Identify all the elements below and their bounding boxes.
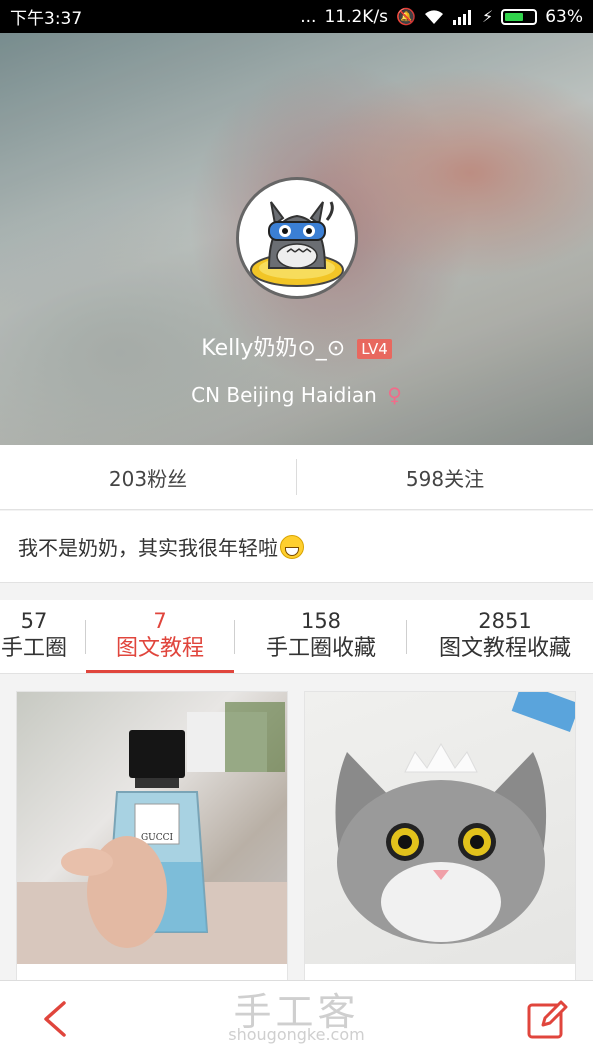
fans-count[interactable]: 203粉丝 — [0, 445, 296, 509]
totoro-avatar-icon — [250, 201, 344, 287]
profile-header: Kelly奶奶⊙_⊙ LV4 CN Beijing Haidian ♀ — [0, 33, 593, 445]
level-badge: LV4 — [357, 339, 392, 359]
tutorial-grid: GUCCI 用废旧香水瓶改造的 — [0, 674, 593, 980]
status-bar: 下午3:37 ... 11.2K/s 🔕 ⚡ 63% — [0, 0, 593, 33]
wifi-icon — [424, 9, 443, 24]
tab-handcraft-circle[interactable]: 57 手工圈 — [0, 608, 74, 664]
felt-cat-brooch-photo — [305, 692, 575, 964]
status-right: ... 11.2K/s 🔕 ⚡ 63% — [300, 7, 583, 27]
profile-name: Kelly奶奶⊙_⊙ — [201, 336, 346, 361]
gucci-label: GUCCI — [141, 833, 174, 843]
tab-count: 2851 — [478, 609, 532, 633]
battery-percent: 63% — [545, 6, 583, 27]
profile-name-row: Kelly奶奶⊙_⊙ LV4 — [0, 330, 593, 362]
net-speed: 11.2K/s — [324, 6, 389, 27]
perfume-bottle-photo: GUCCI — [17, 692, 287, 964]
grin-emoji-icon — [280, 534, 304, 559]
tab-tutorial-favorites[interactable]: 2851 图文教程收藏 — [420, 608, 590, 664]
status-time: 下午3:37 — [10, 9, 83, 29]
bio: 我不是奶奶，其实我很年轻啦 — [0, 511, 593, 583]
following-count[interactable]: 598关注 — [297, 445, 593, 509]
tab-label: 手工圈收藏 — [265, 636, 376, 661]
perfume-bottle-illustration: GUCCI — [17, 702, 287, 964]
tab-label: 手工圈 — [0, 636, 67, 661]
profile-location: CN Beijing Haidian — [191, 383, 377, 407]
bio-text: 我不是奶奶，其实我很年轻啦 — [18, 536, 278, 560]
tab-count: 158 — [300, 609, 342, 633]
tab-count: 7 — [153, 609, 167, 633]
charging-icon: ⚡ — [481, 7, 494, 26]
signal-icon — [452, 9, 471, 25]
tutorial-card[interactable]: GUCCI 用废旧香水瓶改造的 — [16, 691, 288, 980]
tab-label: 图文教程收藏 — [438, 636, 571, 661]
bottom-bar: 手工客 shougongke.com — [0, 980, 593, 1054]
tab-tutorials[interactable]: 7 图文教程 — [86, 608, 234, 664]
tab-divider — [406, 620, 407, 654]
female-icon: ♀ — [387, 383, 402, 407]
tutorial-card[interactable]: 用羊毛戳一个单手秀秀 — [304, 691, 576, 980]
content-tabs: 57 手工圈 7 图文教程 158 手工圈收藏 2851 图文教程收藏 — [0, 600, 593, 674]
avatar[interactable] — [236, 177, 358, 299]
edit-icon[interactable] — [526, 998, 568, 1040]
tab-divider — [85, 620, 86, 654]
watermark-url: shougongke.com — [228, 1025, 365, 1044]
active-tab-indicator — [86, 670, 234, 673]
card-title: 用废旧香水瓶改造的 — [17, 964, 287, 980]
tab-divider — [234, 620, 235, 654]
profile-stats: 203粉丝 598关注 — [0, 445, 593, 510]
tab-label: 图文教程 — [115, 636, 204, 661]
tab-circle-favorites[interactable]: 158 手工圈收藏 — [246, 608, 396, 664]
battery-fill — [505, 12, 524, 21]
mute-icon: 🔕 — [396, 7, 416, 26]
felt-cat-illustration — [335, 692, 575, 944]
battery-icon — [501, 8, 538, 25]
profile-location-row: CN Beijing Haidian ♀ — [0, 383, 593, 407]
card-title: 用羊毛戳一个单手秀秀 — [305, 964, 575, 980]
status-dots: ... — [300, 6, 317, 27]
tab-count: 57 — [20, 609, 48, 633]
